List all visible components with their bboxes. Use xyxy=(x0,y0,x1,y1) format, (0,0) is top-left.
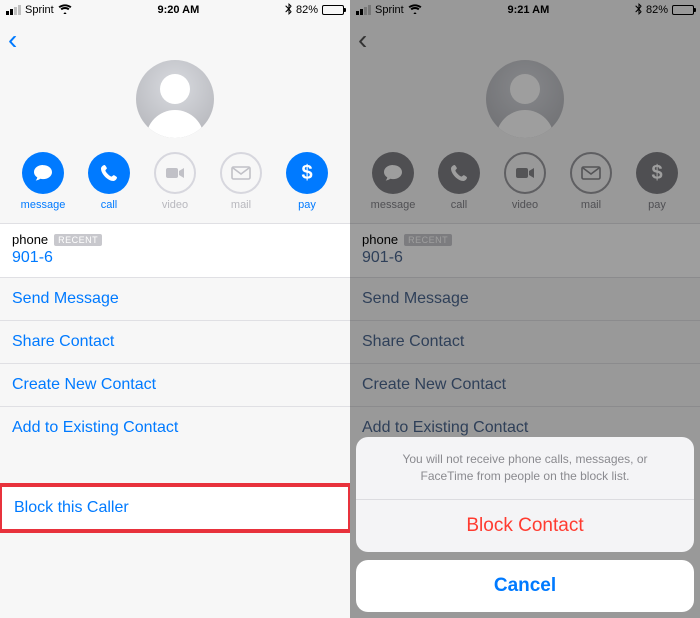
bluetooth-icon xyxy=(635,3,642,18)
mail-icon xyxy=(220,152,262,194)
menu-create-new-contact[interactable]: Create New Contact xyxy=(0,363,350,406)
action-label: pay xyxy=(648,199,666,211)
phone-type-label: phone xyxy=(362,232,398,247)
back-button[interactable]: ‹ xyxy=(358,26,367,54)
clock: 9:20 AM xyxy=(157,4,199,16)
menu-send-message: Send Message xyxy=(350,277,700,320)
action-label: message xyxy=(21,199,66,211)
recent-badge: RECENT xyxy=(404,234,452,246)
phone-type-label: phone xyxy=(12,232,48,247)
carrier-label: Sprint xyxy=(25,4,54,16)
action-pay: $ pay xyxy=(629,152,685,211)
spacer xyxy=(0,449,350,483)
status-bar: Sprint 9:21 AM 82% xyxy=(350,0,700,20)
action-message: message xyxy=(365,152,421,211)
phone-number: 901-6 xyxy=(362,249,688,267)
action-label: video xyxy=(512,199,538,211)
video-icon xyxy=(154,152,196,194)
avatar[interactable] xyxy=(136,60,214,138)
pay-icon: $ xyxy=(286,152,328,194)
action-label: pay xyxy=(298,199,316,211)
battery-pct: 82% xyxy=(296,4,318,16)
action-row: message call video mail $ pay xyxy=(0,152,350,223)
video-icon xyxy=(504,152,546,194)
phone-block[interactable]: phone RECENT 901-6 xyxy=(0,223,350,277)
action-label: message xyxy=(371,199,416,211)
recent-badge: RECENT xyxy=(54,234,102,246)
menu-share-contact[interactable]: Share Contact xyxy=(0,320,350,363)
action-label: video xyxy=(162,199,188,211)
battery-pct: 82% xyxy=(646,4,668,16)
signal-icon xyxy=(356,5,371,15)
menu-send-message[interactable]: Send Message xyxy=(0,277,350,320)
nav-bar: ‹ xyxy=(0,20,350,60)
action-label: call xyxy=(451,199,468,211)
action-call[interactable]: call xyxy=(81,152,137,211)
action-message[interactable]: message xyxy=(15,152,71,211)
battery-icon xyxy=(672,5,694,15)
action-mail: mail xyxy=(563,152,619,211)
nav-bar: ‹ xyxy=(350,20,700,60)
bluetooth-icon xyxy=(285,3,292,18)
action-video: video xyxy=(497,152,553,211)
screen-block-confirm: Sprint 9:21 AM 82% ‹ message xyxy=(350,0,700,618)
clock: 9:21 AM xyxy=(507,4,549,16)
phone-icon xyxy=(438,152,480,194)
sheet-message: You will not receive phone calls, messag… xyxy=(356,437,694,500)
content-area: phone RECENT 901-6 Send Message Share Co… xyxy=(0,223,350,618)
wifi-icon xyxy=(408,3,422,17)
menu-share-contact: Share Contact xyxy=(350,320,700,363)
wifi-icon xyxy=(58,3,72,17)
menu-block-caller[interactable]: Block this Caller xyxy=(2,487,348,529)
highlight-annotation: Block this Caller xyxy=(0,483,350,533)
action-label: mail xyxy=(231,199,251,211)
back-button[interactable]: ‹ xyxy=(8,26,17,54)
mail-icon xyxy=(570,152,612,194)
action-row: message call video mail $ pay xyxy=(350,152,700,223)
action-label: call xyxy=(101,199,118,211)
avatar xyxy=(486,60,564,138)
pay-icon: $ xyxy=(636,152,678,194)
menu-create-new-contact: Create New Contact xyxy=(350,363,700,406)
sheet-cancel-button[interactable]: Cancel xyxy=(356,560,694,612)
action-mail: mail xyxy=(213,152,269,211)
carrier-label: Sprint xyxy=(375,4,404,16)
avatar-area xyxy=(350,60,700,152)
message-icon xyxy=(372,152,414,194)
action-pay[interactable]: $ pay xyxy=(279,152,335,211)
sheet-block-contact-button[interactable]: Block Contact xyxy=(356,500,694,552)
phone-icon xyxy=(88,152,130,194)
message-icon xyxy=(22,152,64,194)
phone-block: phone RECENT 901-6 xyxy=(350,223,700,277)
phone-number: 901-6 xyxy=(12,249,338,267)
action-label: mail xyxy=(581,199,601,211)
status-bar: Sprint 9:20 AM 82% xyxy=(0,0,350,20)
action-video: video xyxy=(147,152,203,211)
signal-icon xyxy=(6,5,21,15)
avatar-area xyxy=(0,60,350,152)
action-call: call xyxy=(431,152,487,211)
screen-contact-detail: Sprint 9:20 AM 82% ‹ message xyxy=(0,0,350,618)
battery-icon xyxy=(322,5,344,15)
menu-add-existing-contact[interactable]: Add to Existing Contact xyxy=(0,406,350,449)
action-sheet: You will not receive phone calls, messag… xyxy=(356,437,694,612)
